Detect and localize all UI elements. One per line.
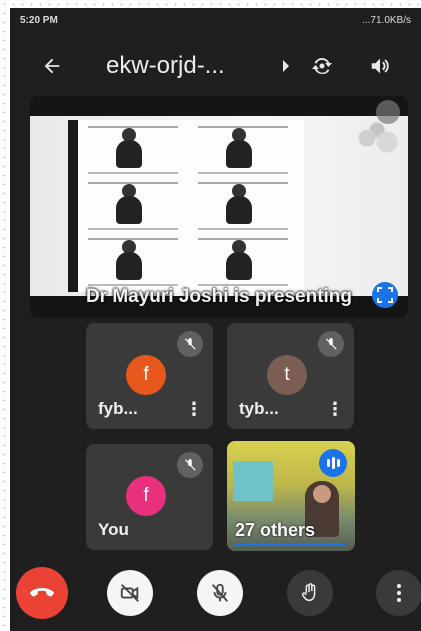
back-arrow-icon <box>44 58 60 74</box>
participant-tile[interactable]: t tyb... ⋮ <box>227 323 354 429</box>
avatar: f <box>126 355 166 395</box>
fullscreen-icon <box>377 287 393 303</box>
switch-camera-button[interactable] <box>304 48 340 84</box>
mic-muted-icon <box>177 331 203 357</box>
doc-figure <box>192 236 296 288</box>
back-button[interactable] <box>34 48 70 84</box>
others-tile[interactable]: 27 others <box>227 441 355 551</box>
participant-name: tyb... <box>239 399 279 418</box>
mic-muted-icon <box>177 452 203 478</box>
meeting-details-button[interactable] <box>276 50 296 82</box>
doc-figure <box>192 124 296 176</box>
flower-decoration <box>352 122 402 162</box>
participant-name: You <box>98 520 129 539</box>
audio-output-button[interactable] <box>362 48 398 84</box>
doc-figure <box>82 180 186 232</box>
call-controls <box>10 567 421 630</box>
self-tile[interactable]: f You <box>86 444 213 550</box>
meet-screen: 5:20 PM ...71.0KB/s ekw-orjd-... Dr Mayu… <box>10 8 421 631</box>
camera-off-icon <box>120 584 139 602</box>
status-indicators: ...71.0KB/s <box>362 15 411 26</box>
end-call-button[interactable] <box>16 567 68 619</box>
chevron-right-icon <box>283 60 289 72</box>
mic-off-icon <box>211 583 229 602</box>
status-bar: 5:20 PM ...71.0KB/s <box>10 8 421 34</box>
doc-figure <box>82 236 186 288</box>
meeting-code[interactable]: ekw-orjd-... <box>106 52 272 80</box>
presenting-caption: Dr Mayuri Joshi is presenting <box>85 286 353 307</box>
top-bar: ekw-orjd-... <box>10 42 421 90</box>
more-vert-icon[interactable]: ⋮ <box>326 399 344 419</box>
avatar: t <box>267 355 307 395</box>
more-options-button[interactable] <box>376 570 421 616</box>
participant-tile[interactable]: f fyb... ⋮ <box>86 323 213 429</box>
participant-name: fyb... <box>98 399 138 418</box>
shared-document <box>68 120 304 292</box>
presentation-tile[interactable]: Dr Mayuri Joshi is presenting <box>30 96 408 318</box>
others-count: 27 others <box>235 520 316 540</box>
more-vert-icon <box>397 584 401 602</box>
active-speaker-bar <box>235 543 345 546</box>
speaker-icon <box>371 58 389 74</box>
raise-hand-button[interactable] <box>287 570 333 616</box>
shared-screen <box>30 116 408 296</box>
pin-icon[interactable] <box>376 100 400 124</box>
fullscreen-button[interactable] <box>372 282 398 308</box>
speaking-indicator-icon <box>319 449 347 477</box>
status-time: 5:20 PM <box>20 15 58 26</box>
mic-muted-icon <box>318 331 344 357</box>
doc-figure <box>192 180 296 232</box>
switch-camera-icon <box>312 57 332 75</box>
doc-figure <box>82 124 186 176</box>
mic-toggle-button[interactable] <box>197 570 243 616</box>
raise-hand-icon <box>301 583 316 602</box>
end-call-icon <box>30 588 54 597</box>
more-vert-icon[interactable]: ⋮ <box>185 399 203 419</box>
camera-toggle-button[interactable] <box>107 570 153 616</box>
avatar: f <box>126 476 166 516</box>
